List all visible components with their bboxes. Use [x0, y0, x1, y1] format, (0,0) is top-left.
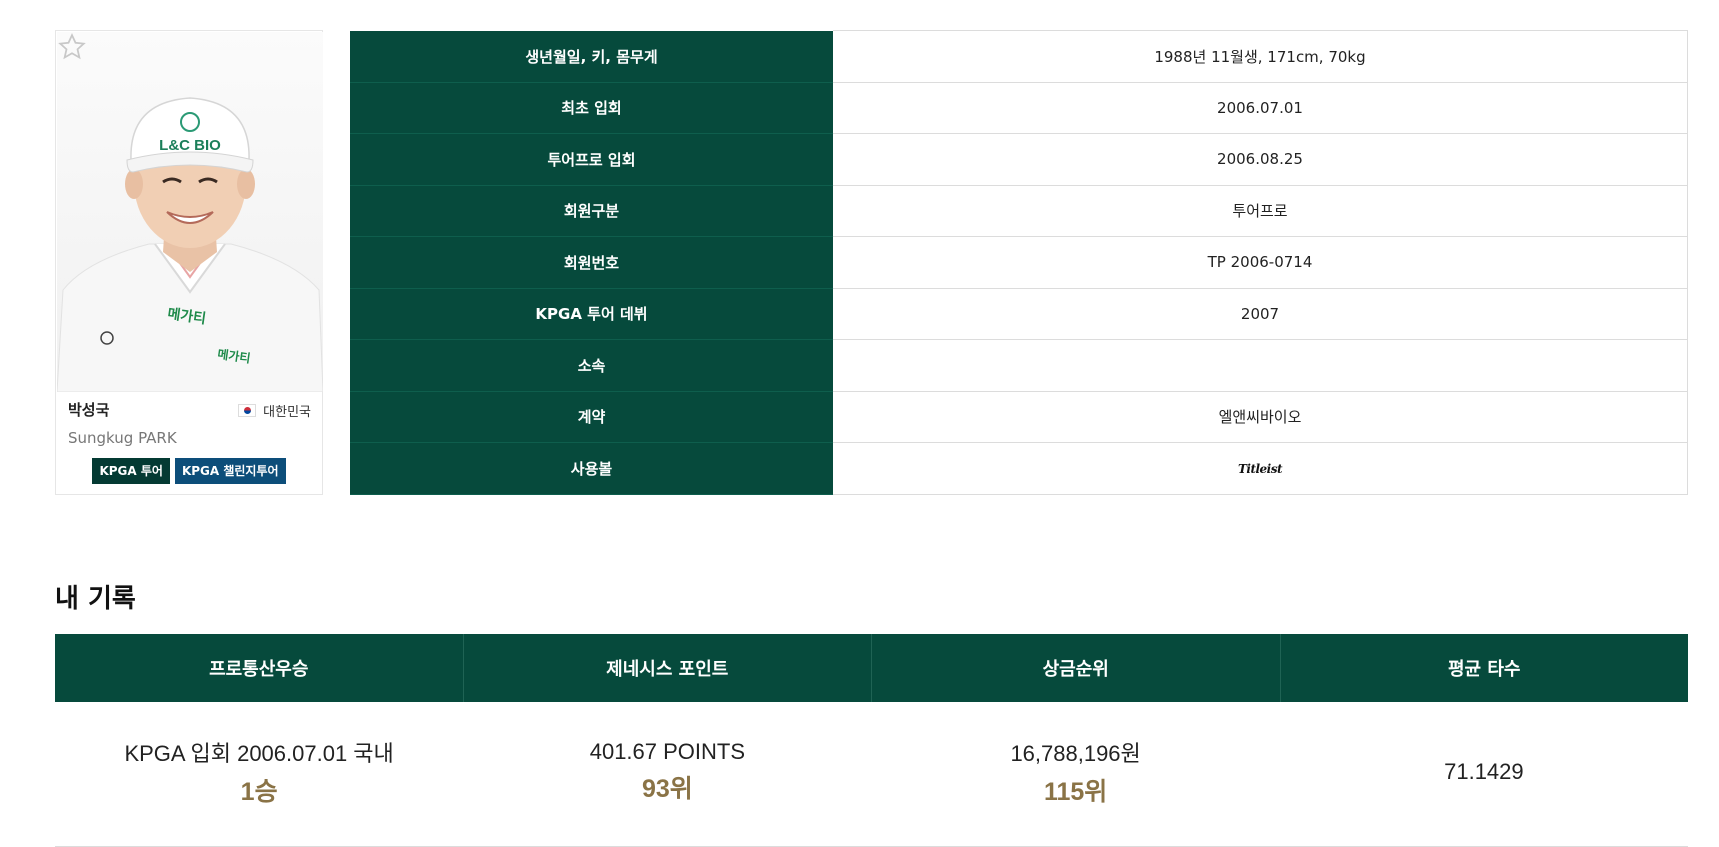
info-value: 1988년 11월생, 171cm, 70kg — [833, 30, 1688, 83]
records-header-row: 프로통산우승 제네시스 포인트 상금순위 평균 타수 — [55, 634, 1688, 702]
info-value: 엘앤씨바이오 — [833, 390, 1688, 443]
player-portrait-illustration: L&C BIO 메가티 메가티 — [57, 97, 323, 392]
record-main: 401.67 POINTS — [589, 738, 746, 764]
player-photo: L&C BIO 메가티 메가티 — [57, 32, 323, 392]
info-label: 투어프로 입회 — [350, 133, 833, 186]
info-row: 회원구분 투어프로 — [350, 184, 1688, 237]
info-value: 2006.08.25 — [833, 133, 1688, 186]
tag-kpga-challenge-tour[interactable]: KPGA 챌린지투어 — [174, 458, 286, 484]
country-label: 대한민국 — [263, 405, 311, 420]
record-cell-wins: KPGA 입회 2006.07.01 국내 1승 — [55, 702, 463, 846]
info-label: 회원번호 — [350, 236, 833, 289]
info-value: 투어프로 — [833, 184, 1688, 237]
record-main: KPGA 입회 2006.07.01 국내 — [124, 740, 394, 766]
player-profile-card: L&C BIO 메가티 메가티 박성국 대한민국 Sungkug PARK KP… — [55, 30, 323, 495]
info-value: TP 2006-0714 — [833, 236, 1688, 289]
tour-tags: KPGA 투어 KPGA 챌린지투어 — [56, 458, 322, 484]
info-value: 2007 — [833, 287, 1688, 340]
player-info-table: 생년월일, 키, 몸무게 1988년 11월생, 171cm, 70kg 최초 … — [350, 30, 1688, 495]
info-label: 사용볼 — [350, 442, 833, 495]
cap-logo-text: L&C BIO — [159, 137, 221, 154]
info-label: 소속 — [350, 339, 833, 392]
player-country: 대한민국 — [238, 401, 311, 420]
info-label: 계약 — [350, 391, 833, 443]
records-header-prize-rank: 상금순위 — [872, 634, 1281, 702]
record-cell-avg-score: 71.1429 — [1280, 702, 1688, 846]
info-label: 회원구분 — [350, 185, 833, 237]
player-name: 박성국 — [68, 401, 110, 419]
info-row: KPGA 투어 데뷔 2007 — [350, 287, 1688, 340]
records-body-row: KPGA 입회 2006.07.01 국내 1승 401.67 POINTS 9… — [55, 702, 1688, 847]
player-english-name: Sungkug PARK — [68, 429, 177, 447]
record-cell-genesis-points: 401.67 POINTS 93위 — [463, 702, 871, 846]
record-rank: 115위 — [1043, 777, 1108, 806]
records-header-genesis-points: 제네시스 포인트 — [464, 634, 872, 702]
tag-kpga-tour[interactable]: KPGA 투어 — [92, 458, 170, 484]
favorite-star-icon[interactable] — [57, 32, 87, 62]
records-header-avg-score: 평균 타수 — [1447, 659, 1521, 680]
record-main: 71.1429 — [1444, 758, 1524, 784]
info-row: 계약 엘앤씨바이오 — [350, 390, 1688, 443]
record-cell-prize-rank: 16,788,196원 115위 — [872, 702, 1280, 846]
info-row: 회원번호 TP 2006-0714 — [350, 236, 1688, 289]
info-row: 생년월일, 키, 몸무게 1988년 11월생, 171cm, 70kg — [350, 30, 1688, 83]
korea-flag-icon — [238, 404, 257, 417]
info-row: 소속 — [350, 339, 1688, 392]
record-rank: 93위 — [641, 774, 693, 803]
info-row: 사용볼 Titleist — [350, 442, 1688, 495]
info-label: 최초 입회 — [350, 82, 833, 134]
info-label: KPGA 투어 데뷔 — [350, 288, 833, 340]
records-header-wins: 프로통산우승 — [55, 634, 464, 702]
records-section-title: 내 기록 — [55, 584, 136, 614]
record-rank: 1승 — [240, 777, 278, 806]
info-value-ball-logo: Titleist — [833, 442, 1688, 495]
record-main: 16,788,196원 — [1010, 740, 1141, 766]
titleist-logo: Titleist — [1237, 462, 1283, 477]
info-row: 최초 입회 2006.07.01 — [350, 81, 1688, 134]
info-value — [833, 339, 1688, 392]
info-row: 투어프로 입회 2006.08.25 — [350, 133, 1688, 186]
info-label: 생년월일, 키, 몸무게 — [350, 30, 833, 83]
info-value: 2006.07.01 — [833, 81, 1688, 134]
